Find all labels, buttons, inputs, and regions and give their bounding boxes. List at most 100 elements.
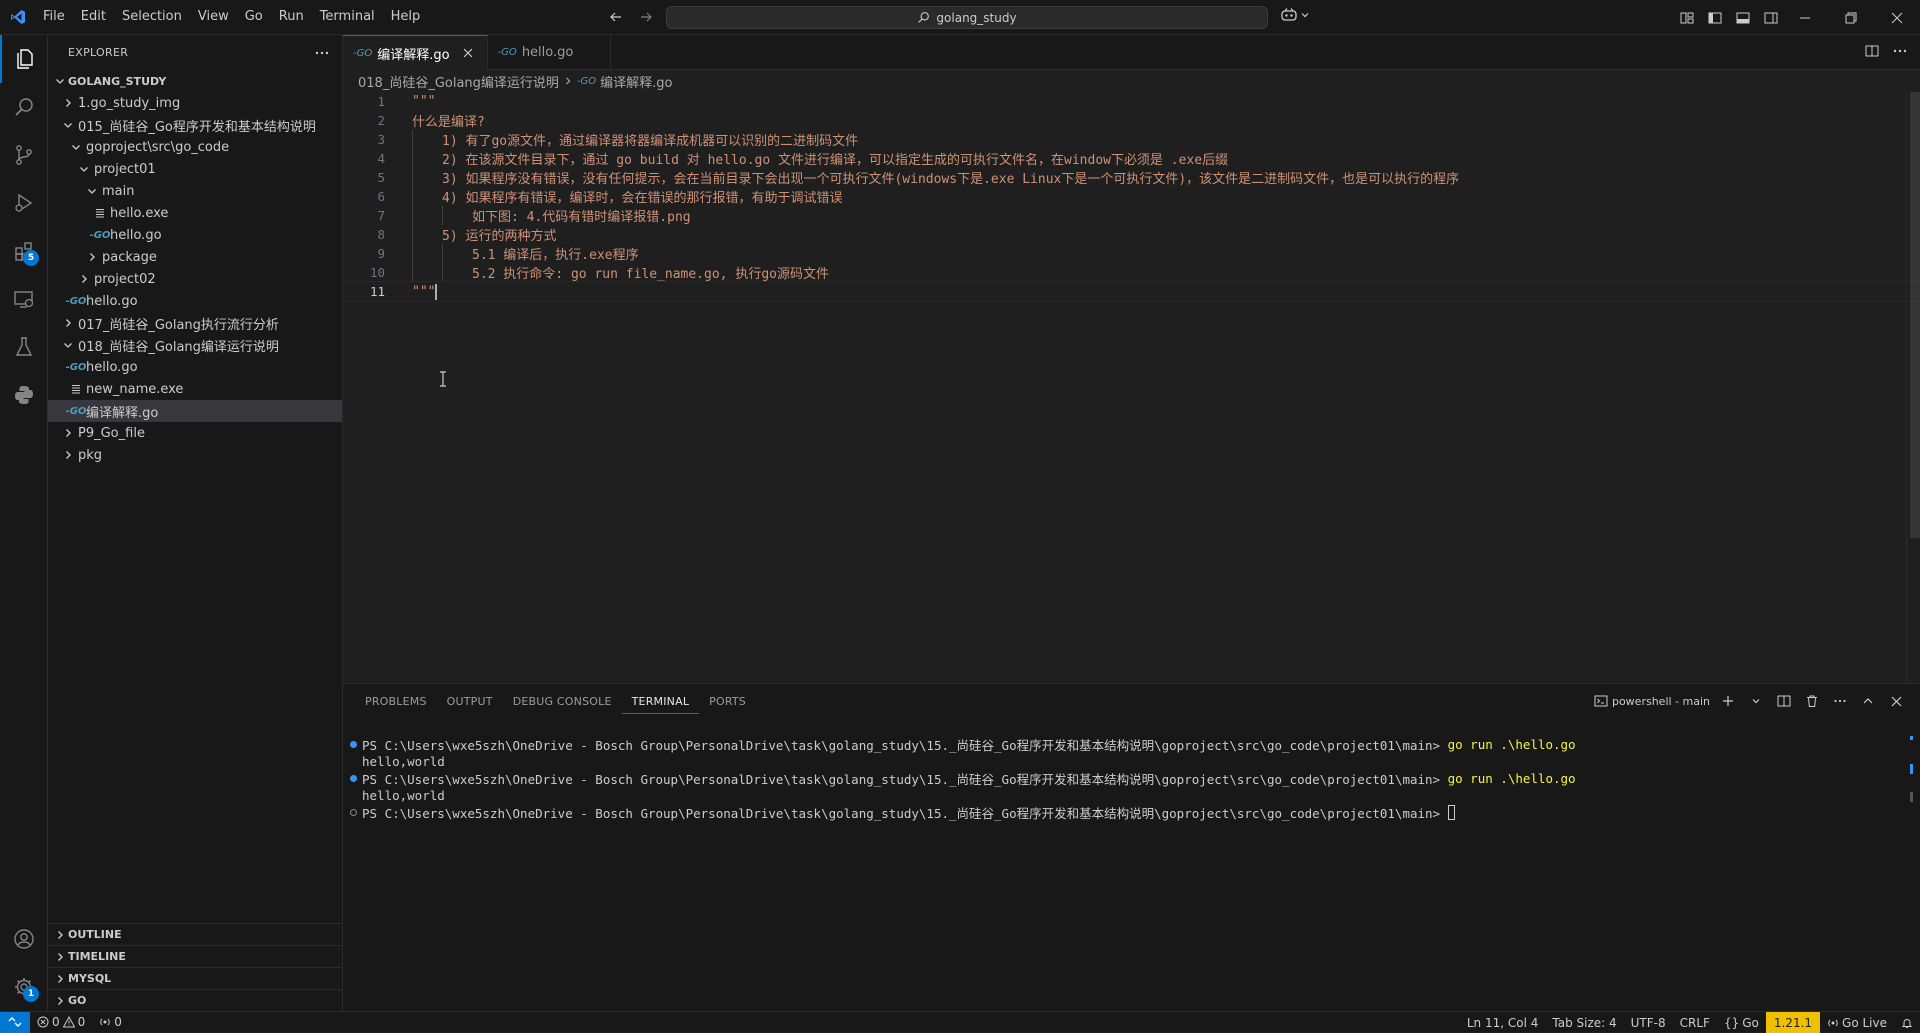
tree-folder[interactable]: pkg (48, 444, 342, 466)
editor-scrollbar[interactable] (1906, 92, 1920, 683)
tree-folder[interactable]: P9_Go_file (48, 422, 342, 444)
more-actions-icon[interactable] (1892, 43, 1908, 59)
panel-actions: powershell - main (1594, 691, 1906, 711)
ports-indicator[interactable]: 0 (92, 1012, 129, 1033)
tab-debug-console[interactable]: DEBUG CONSOLE (503, 684, 622, 719)
tab-hello-go[interactable]: -GO hello.go (488, 35, 612, 70)
broadcast-icon (1827, 1017, 1839, 1029)
remote-indicator-icon[interactable] (0, 1011, 30, 1033)
section-mysql[interactable]: MYSQL (48, 967, 343, 989)
tree-folder[interactable]: project02 (48, 268, 342, 290)
toggle-secondary-sidebar-icon[interactable] (1760, 7, 1782, 29)
tree-folder[interactable]: 018_尚硅谷_Golang编译运行说明 (48, 334, 342, 356)
notifications-bell-icon[interactable] (1894, 1012, 1920, 1033)
breadcrumb-file[interactable]: 编译解释.go (600, 72, 672, 91)
menu-selection[interactable]: Selection (114, 5, 190, 29)
more-actions-icon[interactable] (314, 45, 330, 61)
menu-edit[interactable]: Edit (73, 5, 114, 29)
split-editor-icon[interactable] (1864, 43, 1880, 59)
tree-file[interactable]: -GO hello.go (48, 290, 342, 312)
problems-indicator[interactable]: 0 0 (30, 1012, 92, 1033)
copilot-menu-button[interactable] (1280, 7, 1310, 23)
tree-folder[interactable]: main (48, 180, 342, 202)
chevron-down-icon (52, 73, 68, 89)
menu-terminal[interactable]: Terminal (312, 5, 383, 29)
tab-compile-explain-go[interactable]: -GO 编译解释.go (343, 35, 488, 70)
encoding[interactable]: UTF-8 (1624, 1012, 1673, 1033)
close-window-icon[interactable] (1874, 0, 1920, 35)
menu-go[interactable]: Go (237, 5, 271, 29)
breadcrumb-folder[interactable]: 018_尚硅谷_Golang编译运行说明 (358, 72, 559, 91)
tab-problems[interactable]: PROBLEMS (355, 684, 437, 719)
command-success-dot-icon[interactable] (350, 741, 357, 748)
remote-explorer-icon[interactable] (0, 275, 48, 323)
command-center-search[interactable]: golang_study (666, 6, 1268, 29)
tree-file[interactable]: -GO 编译解释.go (48, 400, 342, 422)
testing-flask-icon[interactable] (0, 323, 48, 371)
back-arrow-icon[interactable] (604, 6, 628, 28)
explorer-files-icon[interactable] (0, 35, 48, 83)
cursor-position[interactable]: Ln 11, Col 4 (1460, 1012, 1546, 1033)
tree-folder[interactable]: project01 (48, 158, 342, 180)
accounts-icon[interactable] (0, 915, 48, 963)
go-live-button[interactable]: Go Live (1820, 1012, 1894, 1033)
tree-file[interactable]: -GO hello.go (48, 356, 342, 378)
kill-terminal-trash-icon[interactable] (1802, 691, 1822, 711)
menu-file[interactable]: File (35, 5, 73, 29)
source-control-icon[interactable] (0, 131, 48, 179)
split-terminal-icon[interactable] (1774, 691, 1794, 711)
indent-guide (442, 263, 443, 282)
python-icon[interactable] (0, 371, 48, 419)
tree-folder[interactable]: goproject\src\go_code (48, 136, 342, 158)
command-decoration (348, 741, 359, 748)
section-go[interactable]: GO (48, 989, 343, 1011)
tab-output[interactable]: OUTPUT (437, 684, 503, 719)
run-debug-icon[interactable] (0, 179, 48, 227)
vscode-logo-icon (0, 0, 35, 35)
close-icon[interactable] (459, 44, 477, 62)
code-editor[interactable]: 1 """ 2 什么是编译? 3 1) 有了go源文件，通过编译器将器编译成机器可以识别的… (342, 92, 1920, 302)
terminal-command: go run .\hello.go (1447, 771, 1576, 786)
tree-folder[interactable]: 017_尚硅谷_Golang执行流行分析 (48, 312, 342, 334)
menu-help[interactable]: Help (383, 5, 429, 29)
menu-run[interactable]: Run (271, 5, 312, 29)
go-live-label: Go Live (1842, 1015, 1887, 1030)
search-icon[interactable] (0, 83, 48, 131)
tree-folder[interactable]: 015_尚硅谷_Go程序开发和基本结构说明 (48, 114, 342, 136)
indentation[interactable]: Tab Size: 4 (1545, 1012, 1623, 1033)
section-timeline[interactable]: TIMELINE (48, 945, 343, 967)
toggle-primary-sidebar-icon[interactable] (1704, 7, 1726, 29)
new-terminal-plus-icon[interactable] (1718, 691, 1738, 711)
tree-file[interactable]: -GO hello.go (48, 224, 342, 246)
workspace-root-folder[interactable]: GOLANG_STUDY (48, 70, 342, 92)
tab-terminal[interactable]: TERMINAL (621, 690, 700, 714)
scrollbar-thumb[interactable] (1910, 92, 1920, 538)
extensions-icon[interactable]: 5 (0, 227, 48, 275)
command-success-dot-icon[interactable] (350, 775, 357, 782)
more-actions-icon[interactable] (1830, 691, 1850, 711)
chevron-down-icon[interactable] (1746, 691, 1766, 711)
end-of-line[interactable]: CRLF (1673, 1012, 1717, 1033)
forward-arrow-icon[interactable] (634, 6, 658, 28)
tree-file[interactable]: new_name.exe (48, 378, 342, 400)
terminal-selector[interactable]: powershell - main (1594, 694, 1710, 708)
toggle-panel-icon[interactable] (1732, 7, 1754, 29)
restore-icon[interactable] (1828, 0, 1874, 35)
manage-gear-icon[interactable]: 1 (0, 963, 48, 1011)
terminal-scroll-markers (1910, 736, 1914, 816)
close-panel-icon[interactable] (1886, 691, 1906, 711)
tree-folder[interactable]: package (48, 246, 342, 268)
tree-file[interactable]: hello.exe (48, 202, 342, 224)
menu-view[interactable]: View (190, 5, 237, 29)
minimize-icon[interactable] (1782, 0, 1828, 35)
tree-folder[interactable]: 1.go_study_img (48, 92, 342, 114)
customize-layout-icon[interactable] (1676, 7, 1698, 29)
language-mode[interactable]: {} Go (1717, 1012, 1766, 1033)
chevron-down-icon (84, 183, 100, 199)
maximize-panel-icon[interactable] (1858, 691, 1878, 711)
section-outline[interactable]: OUTLINE (48, 923, 343, 945)
tab-ports[interactable]: PORTS (699, 684, 756, 719)
go-version-badge[interactable]: 1.21.1 (1765, 1012, 1821, 1033)
activity-bar: 5 1 (0, 35, 48, 1011)
terminal-output[interactable]: PS C:\Users\wxe5szh\OneDrive - Bosch Gro… (348, 736, 1900, 821)
